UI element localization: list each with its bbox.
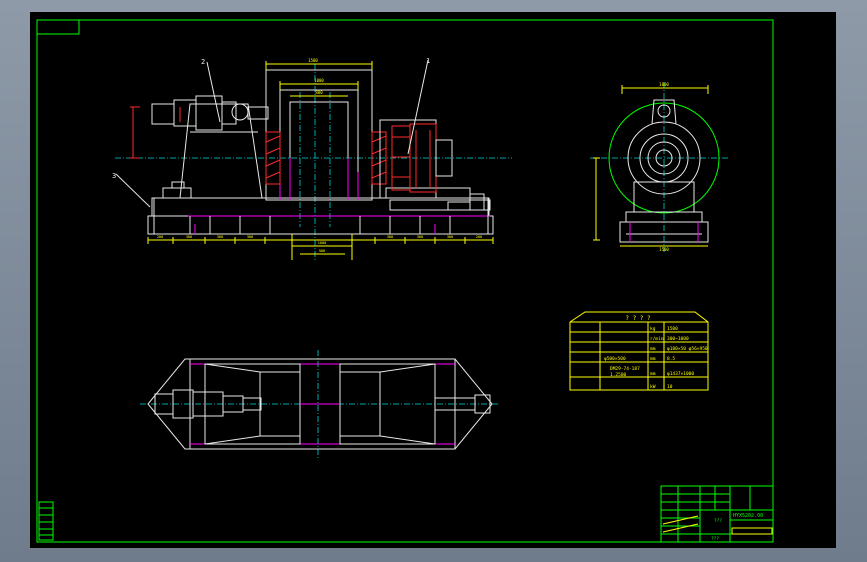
company-name-box — [731, 527, 773, 535]
spec-unit-2: r/min — [650, 336, 664, 342]
title-block-label-bottom: ??? — [711, 536, 719, 542]
svg-text:1500: 1500 — [308, 58, 318, 63]
corner-box — [36, 19, 80, 35]
spec-note-3: 1.2500 — [610, 372, 627, 378]
spec-value-3: φ180×50 φ56×950 — [667, 346, 708, 352]
drawing-canvas: 1500 1000 800 200 300 300 300 300 300 30… — [36, 19, 774, 543]
svg-text:800: 800 — [315, 90, 323, 95]
svg-text:1000: 1000 — [314, 78, 324, 83]
svg-text:300: 300 — [247, 235, 253, 239]
spec-unit-3: mm — [650, 347, 656, 352]
svg-text:200: 200 — [157, 235, 163, 239]
spec-value-2: 300~1000 — [667, 336, 689, 342]
svg-text:1500: 1500 — [659, 247, 669, 252]
svg-text:500: 500 — [319, 249, 325, 253]
sheet-border — [36, 19, 774, 543]
svg-text:300: 300 — [217, 235, 223, 239]
spec-table-header: ? ? ? ? — [625, 315, 651, 322]
spec-note-2: DM29-74-187 — [610, 366, 640, 372]
svg-text:200: 200 — [476, 235, 482, 239]
spec-value-6: 10 — [667, 384, 673, 390]
svg-text:300: 300 — [387, 235, 393, 239]
top-view — [140, 350, 500, 460]
spec-unit-5: mm — [650, 372, 656, 377]
svg-text:1000: 1000 — [318, 241, 326, 245]
svg-text:300: 300 — [186, 235, 192, 239]
spec-unit-4: mm — [650, 357, 656, 362]
cad-viewport[interactable]: 1500 1000 800 200 300 300 300 300 300 30… — [30, 12, 836, 548]
spec-unit-6: kW — [650, 384, 656, 390]
spec-note-1: φ500×500 — [604, 356, 626, 362]
revision-strip — [38, 501, 54, 541]
spec-unit-1: kg — [650, 326, 656, 332]
side-view: 1000 1500 — [590, 82, 730, 252]
spec-value-4: 8.5 — [667, 356, 675, 362]
front-view: 1500 1000 800 200 300 300 300 300 300 30… — [112, 57, 512, 262]
spec-value-5: φ1437×1000 — [667, 371, 694, 377]
svg-text:300: 300 — [447, 235, 453, 239]
spec-value-1: 1500 — [667, 326, 678, 332]
svg-text:1000: 1000 — [659, 82, 669, 87]
part-label-3: 3 — [112, 172, 116, 180]
title-block-label-mid: ??? — [714, 518, 722, 524]
part-label-1: 1 — [426, 57, 430, 65]
svg-text:300: 300 — [417, 235, 423, 239]
drawing-number: HYX5202.00 — [733, 513, 763, 519]
part-label-2: 2 — [201, 58, 205, 66]
